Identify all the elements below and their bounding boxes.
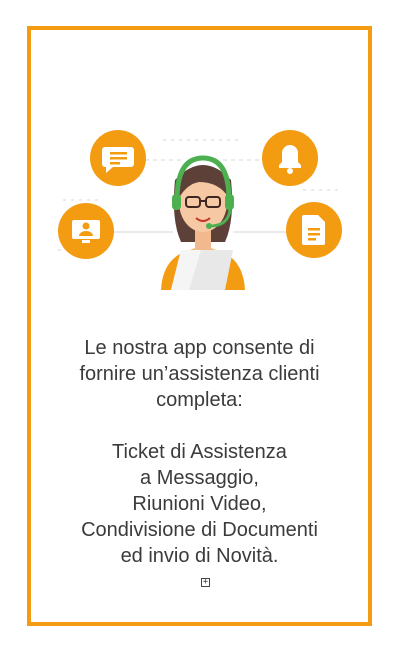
- feature-line: a Messaggio,: [140, 467, 259, 489]
- video-call-icon: [58, 203, 114, 259]
- document-icon: [286, 202, 342, 258]
- support-agent-figure: [161, 155, 245, 290]
- bell-icon: [262, 130, 318, 186]
- support-illustration: [58, 130, 343, 290]
- description-text: Le nostra app consente di fornire un’ass…: [31, 335, 368, 569]
- feature-line: ed invio di Novità.: [120, 545, 279, 567]
- feature-card: Le nostra app consente di fornire un’ass…: [27, 26, 372, 626]
- intro-line-3: completa:: [156, 389, 243, 411]
- feature-line: Condivisione di Documenti: [81, 519, 318, 541]
- expand-icon[interactable]: +: [201, 578, 210, 587]
- chat-bubble-icon: [90, 130, 146, 186]
- intro-line-2: fornire un’assistenza clienti: [79, 363, 320, 385]
- feature-line: Riunioni Video,: [132, 493, 267, 515]
- intro-line-1: Le nostra app consente di: [84, 337, 315, 359]
- feature-line: Ticket di Assistenza: [112, 441, 287, 463]
